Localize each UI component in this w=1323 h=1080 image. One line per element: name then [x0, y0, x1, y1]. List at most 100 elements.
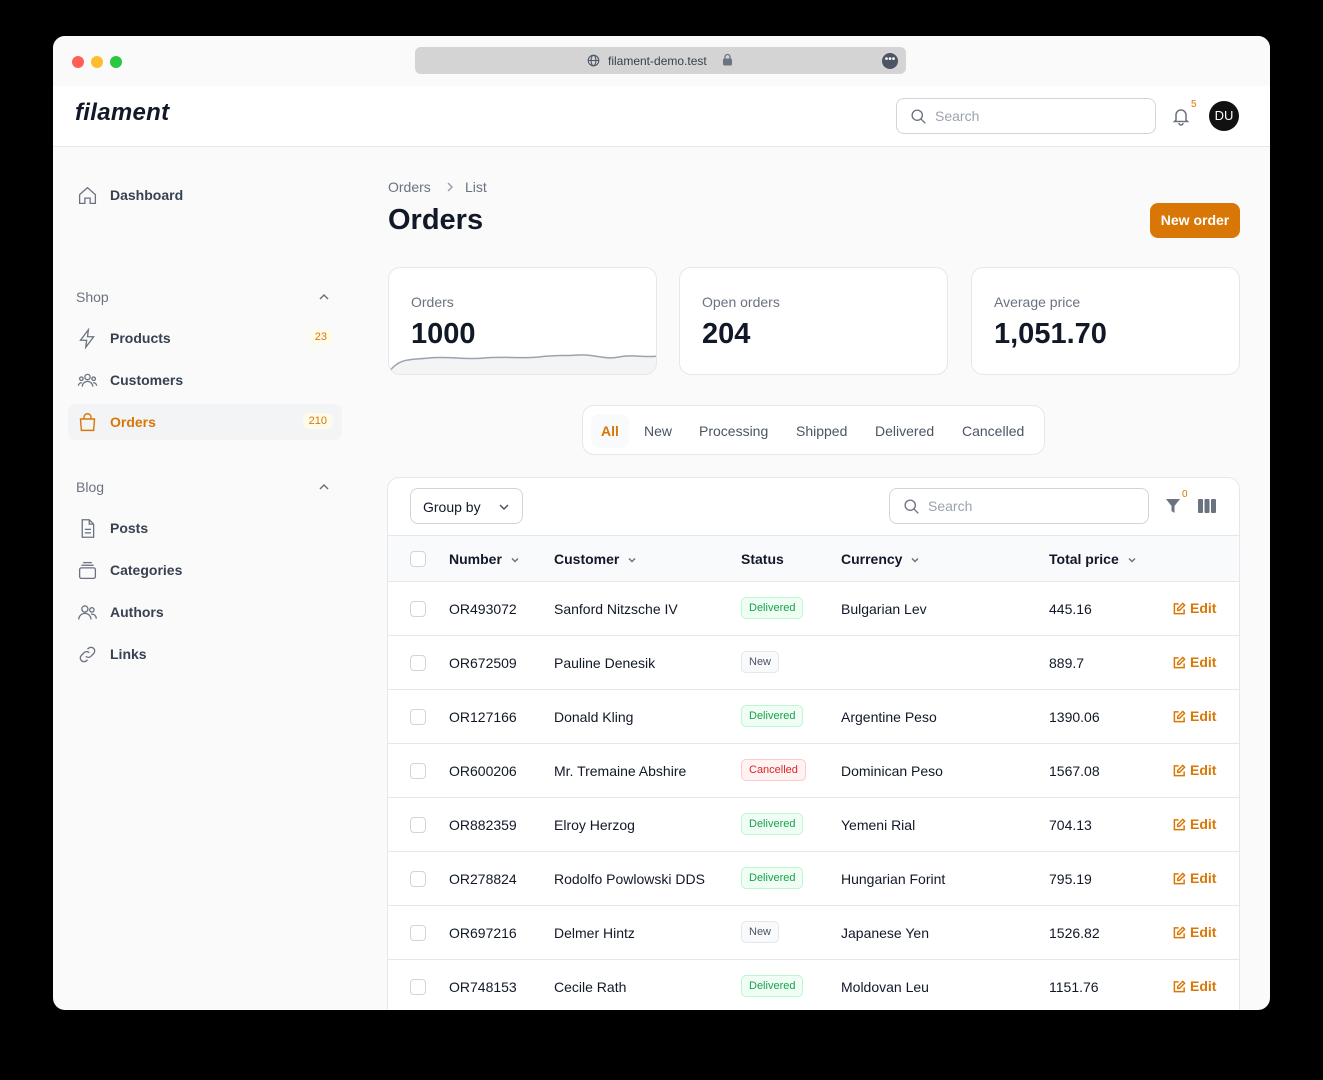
row-checkbox[interactable]: [410, 601, 426, 617]
address-bar[interactable]: filament-demo.test •••: [415, 47, 906, 74]
row-checkbox[interactable]: [410, 763, 426, 779]
edit-icon: [1173, 764, 1186, 777]
tab-cancelled[interactable]: Cancelled: [952, 414, 1034, 448]
table-search-input[interactable]: [928, 495, 1138, 517]
chevron-down-icon: [499, 504, 509, 511]
sidebar-item-categories[interactable]: Categories: [68, 552, 342, 588]
column-currency[interactable]: Currency: [841, 551, 920, 567]
sidebar-item-dashboard[interactable]: Dashboard: [68, 177, 342, 213]
sidebar-item-label: Links: [110, 646, 147, 662]
tab-shipped[interactable]: Shipped: [786, 414, 857, 448]
browser-window: filament-demo.test ••• filament 5 DU Das…: [53, 36, 1270, 1010]
edit-button[interactable]: Edit: [1173, 924, 1216, 940]
maximize-window-button[interactable]: [110, 56, 122, 68]
sidebar-group-shop: Shop: [76, 289, 109, 305]
link-icon: [79, 646, 96, 663]
sidebar-item-products[interactable]: Products 23: [68, 320, 342, 356]
stat-value: 204: [702, 318, 751, 350]
row-checkbox[interactable]: [410, 817, 426, 833]
stat-card-open-orders: Open orders 204: [679, 267, 948, 375]
row-checkbox[interactable]: [410, 655, 426, 671]
currency: Bulgarian Lev: [841, 601, 927, 617]
edit-icon: [1173, 656, 1186, 669]
edit-icon: [1173, 710, 1186, 723]
global-search[interactable]: [896, 98, 1156, 134]
sidebar-item-customers[interactable]: Customers: [68, 362, 342, 398]
table-row[interactable]: OR127166 Donald Kling Delivered Argentine P…: [388, 690, 1239, 744]
edit-button[interactable]: Edit: [1173, 870, 1216, 886]
column-number[interactable]: Number: [449, 551, 520, 567]
order-number: OR697216: [449, 925, 517, 941]
breadcrumb-orders[interactable]: Orders: [388, 179, 431, 195]
edit-button[interactable]: Edit: [1173, 600, 1216, 616]
tab-all[interactable]: All: [591, 414, 629, 448]
sidebar-item-label: Orders: [110, 414, 156, 430]
chevron-down-icon: [1128, 558, 1136, 563]
table-header: Number Customer Status Currency Total pr…: [388, 535, 1239, 582]
table-row[interactable]: OR600206 Mr. Tremaine Abshire Cancelled Dom…: [388, 744, 1239, 798]
tab-new[interactable]: New: [634, 414, 682, 448]
row-checkbox[interactable]: [410, 925, 426, 941]
sidebar-item-authors[interactable]: Authors: [68, 594, 342, 630]
breadcrumb-list: List: [465, 179, 487, 195]
currency: Moldovan Leu: [841, 979, 929, 995]
total-price: 889.7: [1049, 655, 1085, 671]
table-row[interactable]: OR882359 Elroy Herzog Delivered Yemeni Rial…: [388, 798, 1239, 852]
column-label: Currency: [841, 551, 903, 567]
select-all-checkbox[interactable]: [410, 551, 426, 567]
user-avatar[interactable]: DU: [1209, 101, 1239, 131]
chevron-down-icon: [911, 558, 919, 563]
sidebar-item-orders[interactable]: Orders 210: [68, 404, 342, 440]
new-order-button[interactable]: New order: [1150, 203, 1240, 238]
edit-button[interactable]: Edit: [1173, 654, 1216, 670]
filter-icon[interactable]: [1165, 498, 1181, 515]
order-number: OR600206: [449, 763, 517, 779]
group-by-select[interactable]: Group by: [410, 488, 523, 524]
sidebar-item-posts[interactable]: Posts: [68, 510, 342, 546]
edit-button[interactable]: Edit: [1173, 816, 1216, 832]
currency: Dominican Peso: [841, 763, 943, 779]
table-row[interactable]: OR493072 Sanford Nitzsche IV Delivered Bulg…: [388, 582, 1239, 636]
total-price: 1151.76: [1049, 979, 1099, 995]
column-total-price[interactable]: Total price: [1049, 551, 1137, 567]
orders-table: Group by 0 Number Customer Status Curren…: [387, 477, 1240, 1010]
more-options-icon[interactable]: •••: [882, 53, 898, 69]
close-window-button[interactable]: [72, 56, 84, 68]
edit-button[interactable]: Edit: [1173, 708, 1216, 724]
edit-icon: [1173, 980, 1186, 993]
total-price: 1390.06: [1049, 709, 1100, 725]
home-icon: [78, 186, 97, 205]
table-row[interactable]: OR697216 Delmer Hintz New Japanese Yen 1526.…: [388, 906, 1239, 960]
edit-label: Edit: [1190, 600, 1217, 616]
edit-button[interactable]: Edit: [1173, 762, 1216, 778]
notification-count: 5: [1191, 99, 1197, 110]
row-checkbox[interactable]: [410, 709, 426, 725]
customer-name: Rodolfo Powlowski DDS: [554, 871, 705, 887]
sidebar-item-links[interactable]: Links: [68, 636, 342, 672]
table-row[interactable]: OR278824 Rodolfo Powlowski DDS Delivered Hu…: [388, 852, 1239, 906]
tab-delivered[interactable]: Delivered: [865, 414, 944, 448]
minimize-window-button[interactable]: [91, 56, 103, 68]
chevron-up-icon[interactable]: [318, 291, 330, 303]
chevron-up-icon[interactable]: [318, 481, 330, 493]
table-row[interactable]: OR672509 Pauline Denesik New 889.7 Edit: [388, 636, 1239, 690]
row-checkbox[interactable]: [410, 871, 426, 887]
tab-processing[interactable]: Processing: [689, 414, 778, 448]
bell-icon[interactable]: [1171, 106, 1191, 126]
order-number: OR127166: [449, 709, 517, 725]
edit-button[interactable]: Edit: [1173, 978, 1216, 994]
orders-count-badge: 210: [302, 413, 333, 429]
column-customer[interactable]: Customer: [554, 551, 637, 567]
status-badge: New: [741, 921, 780, 943]
sidebar-group-blog: Blog: [76, 479, 105, 495]
order-number: OR882359: [449, 817, 517, 833]
edit-label: Edit: [1190, 978, 1217, 994]
table-row[interactable]: OR748153 Cecile Rath Delivered Moldovan Leu…: [388, 960, 1239, 1010]
columns-icon[interactable]: [1198, 498, 1216, 514]
edit-icon: [1173, 872, 1186, 885]
app-logo[interactable]: filament: [75, 99, 169, 127]
row-checkbox[interactable]: [410, 979, 426, 995]
document-icon: [81, 519, 95, 538]
table-search[interactable]: [889, 488, 1149, 524]
global-search-input[interactable]: [935, 105, 1145, 127]
